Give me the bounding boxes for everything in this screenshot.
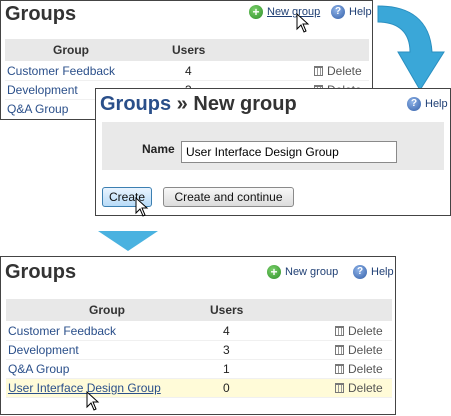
user-count: 1 (223, 362, 230, 376)
plus-icon: + (267, 265, 281, 279)
delete-label: Delete (348, 381, 383, 395)
delete-link[interactable]: Delete (335, 362, 383, 376)
dialog-title-main: Groups (100, 93, 172, 115)
help-link[interactable]: ? Help (331, 5, 372, 19)
delete-label: Delete (327, 64, 362, 78)
trash-icon (335, 326, 344, 336)
create-and-continue-button[interactable]: Create and continue (163, 187, 294, 207)
dialog-title-sub: New group (193, 93, 297, 115)
down-arrow-icon (98, 231, 158, 251)
mouse-cursor-icon (135, 197, 149, 217)
table-row-new: User Interface Design Group 0 Delete (6, 379, 392, 398)
group-link[interactable]: Customer Feedback (7, 64, 115, 78)
table-header: Group Users (5, 39, 369, 61)
group-link[interactable]: Development (8, 343, 79, 357)
mouse-cursor-icon (86, 391, 100, 411)
group-link[interactable]: Development (7, 83, 78, 97)
help-link[interactable]: ? Help (407, 97, 448, 111)
delete-link[interactable]: Delete (335, 343, 383, 357)
dialog-title-sep: » (171, 93, 194, 115)
trash-icon (335, 383, 344, 393)
delete-label: Delete (348, 362, 383, 376)
trash-icon (314, 66, 323, 76)
groups-table: Customer Feedback 4 Delete Development 3… (6, 322, 392, 402)
trash-icon (335, 345, 344, 355)
delete-link[interactable]: Delete (314, 64, 362, 78)
new-group-label: New group (285, 266, 339, 278)
table-row: Q&A Group 1 Delete (6, 360, 392, 379)
new-group-link[interactable]: + New group (267, 265, 338, 279)
delete-label: Delete (348, 343, 383, 357)
form-area: Name (102, 122, 444, 170)
new-group-dialog: Groups » New group ? Help Name Create Cr… (95, 88, 451, 217)
group-link[interactable]: Q&A Group (7, 102, 68, 116)
help-icon: ? (407, 97, 421, 111)
column-users: Users (172, 43, 206, 57)
help-label: Help (349, 6, 372, 18)
dialog-title: Groups » New group (100, 93, 297, 116)
help-icon: ? (353, 265, 367, 279)
curved-arrow-icon (377, 5, 445, 91)
plus-icon: + (249, 5, 263, 19)
delete-link[interactable]: Delete (335, 324, 383, 338)
new-group-label: New group (267, 6, 321, 18)
column-group: Group (89, 303, 125, 317)
groups-panel-bottom: Groups + New group ? Help Group Users Cu… (0, 256, 396, 415)
name-input[interactable] (181, 141, 397, 163)
delete-label: Delete (348, 324, 383, 338)
user-count: 4 (223, 324, 230, 338)
group-link[interactable]: User Interface Design Group (8, 381, 161, 395)
user-count: 3 (223, 343, 230, 357)
help-link[interactable]: ? Help (353, 265, 394, 279)
column-group: Group (53, 43, 89, 57)
help-label: Help (425, 98, 448, 110)
table-row: Customer Feedback 4 Delete (6, 322, 392, 341)
user-count: 4 (185, 64, 192, 78)
group-link[interactable]: Q&A Group (8, 362, 69, 376)
column-users: Users (210, 303, 244, 317)
user-count: 0 (223, 381, 230, 395)
table-header: Group Users (6, 299, 392, 321)
table-row: Customer Feedback 4 Delete (5, 62, 369, 81)
help-icon: ? (331, 5, 345, 19)
help-label: Help (371, 266, 394, 278)
page-title: Groups (5, 261, 77, 283)
mouse-cursor-icon (296, 13, 310, 33)
name-label: Name (142, 142, 175, 156)
trash-icon (335, 364, 344, 374)
group-link[interactable]: Customer Feedback (8, 324, 116, 338)
page-title: Groups (5, 3, 77, 25)
table-row: Development 3 Delete (6, 341, 392, 360)
delete-link[interactable]: Delete (335, 381, 383, 395)
